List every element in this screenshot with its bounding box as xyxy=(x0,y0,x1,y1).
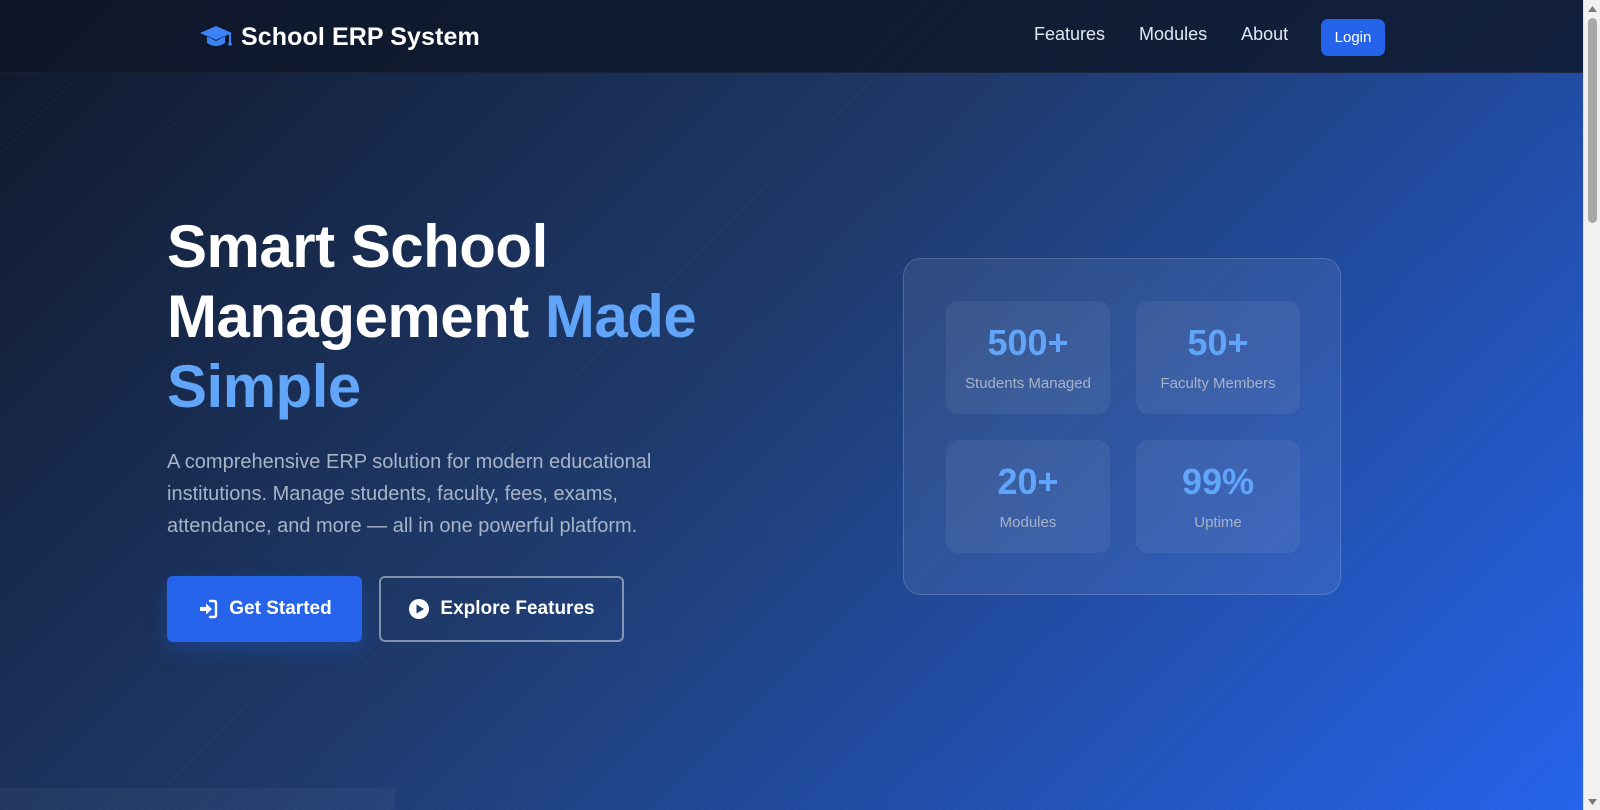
stat-modules: 20+ Modules xyxy=(946,440,1110,553)
stat-label: Faculty Members xyxy=(1160,375,1276,392)
explore-features-button[interactable]: Explore Features xyxy=(379,576,624,642)
hero-title-accent-made: Made xyxy=(544,283,697,350)
stat-uptime: 99% Uptime xyxy=(1136,440,1300,553)
stat-value: 20+ xyxy=(997,461,1059,502)
stat-value: 50+ xyxy=(1187,322,1249,363)
sign-in-icon xyxy=(200,599,218,619)
graduation-cap-icon xyxy=(200,26,232,46)
nav-link-modules[interactable]: Modules xyxy=(1139,24,1207,45)
stat-value: 99% xyxy=(1181,461,1255,502)
hero-title: Smart School Management Made Simple xyxy=(167,212,787,422)
scroll-up-arrow-icon[interactable] xyxy=(1584,0,1600,17)
get-started-label: Get Started xyxy=(229,598,332,619)
stat-value: 500+ xyxy=(987,322,1069,363)
play-circle-icon xyxy=(409,599,430,619)
nav-link-about[interactable]: About xyxy=(1241,24,1288,45)
hero-title-line2: Management xyxy=(167,283,529,350)
page-viewport: School ERP System Features Modules About… xyxy=(0,0,1583,810)
stat-label: Modules xyxy=(999,514,1057,531)
login-button[interactable]: Login xyxy=(1321,19,1385,56)
scroll-down-arrow-icon[interactable] xyxy=(1584,793,1600,810)
stat-label: Students Managed xyxy=(965,375,1091,392)
stat-faculty: 50+ Faculty Members xyxy=(1136,301,1300,414)
explore-features-label: Explore Features xyxy=(440,598,595,619)
stat-label: Uptime xyxy=(1194,514,1242,531)
top-navbar: School ERP System Features Modules About… xyxy=(0,0,1583,73)
hero-title-line1: Smart School xyxy=(167,213,548,280)
page-scrollbar[interactable] xyxy=(1583,0,1600,810)
main-nav: Features Modules About xyxy=(1034,24,1288,45)
nav-link-features[interactable]: Features xyxy=(1034,24,1105,45)
scrollbar-thumb[interactable] xyxy=(1588,18,1597,223)
stat-students: 500+ Students Managed xyxy=(946,301,1110,414)
hero-description: A comprehensive ERP solution for modern … xyxy=(167,451,652,537)
stats-card: 500+ Students Managed 50+ Faculty Member… xyxy=(903,258,1341,595)
browser-status-strip xyxy=(0,788,395,810)
hero-title-accent-simple: Simple xyxy=(167,353,361,420)
get-started-button[interactable]: Get Started xyxy=(167,576,362,642)
brand-logo[interactable]: School ERP System xyxy=(199,19,480,55)
brand-name: School ERP System xyxy=(241,22,480,51)
